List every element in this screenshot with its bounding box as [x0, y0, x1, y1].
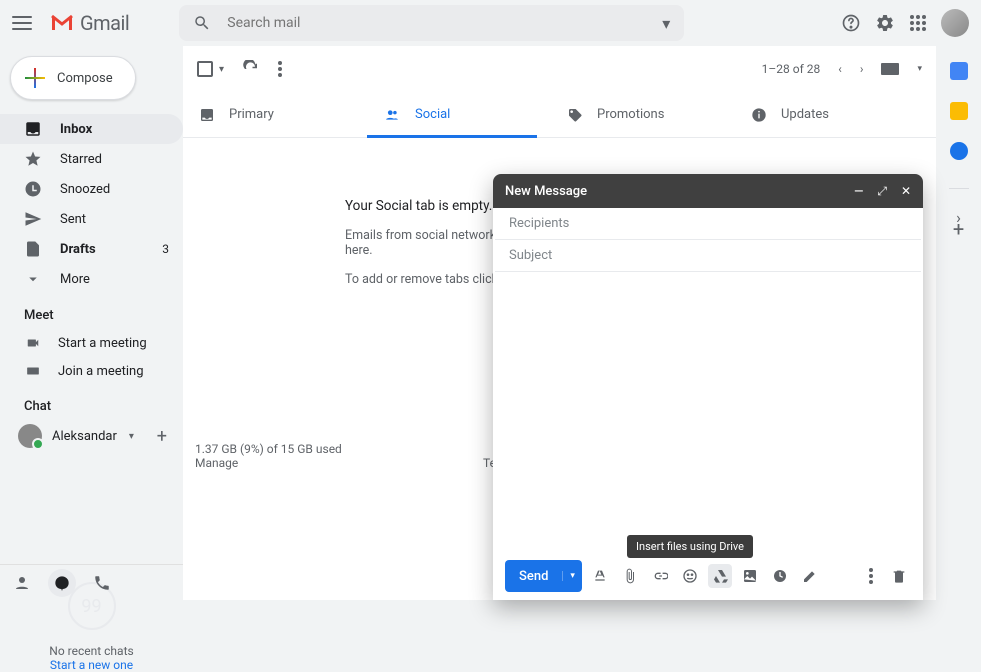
storage-info: 1.37 GB (9%) of 15 GB used Manage [195, 442, 342, 470]
tab-primary[interactable]: Primary [183, 92, 367, 137]
compose-window: New Message — ⤢ ✕ Recipients Subject Ins… [493, 174, 923, 600]
sidebar-footer [0, 564, 183, 600]
refresh-icon[interactable] [242, 60, 260, 78]
support-icon[interactable] [841, 13, 861, 33]
settings-gear-icon[interactable] [875, 13, 895, 33]
send-options-caret[interactable]: ▾ [562, 571, 582, 581]
compose-header[interactable]: New Message — ⤢ ✕ [493, 174, 923, 208]
account-avatar[interactable] [941, 9, 969, 37]
nav-more[interactable]: More [0, 264, 183, 294]
logo-text: Gmail [80, 11, 129, 35]
new-chat-plus-icon[interactable]: + [157, 426, 167, 447]
more-icon[interactable] [278, 61, 282, 77]
chat-user-row[interactable]: Aleksandar ▾ + [0, 420, 183, 452]
compose-footer: Send▾ [493, 552, 923, 600]
header: Gmail ▾ [0, 0, 981, 46]
select-all-checkbox[interactable] [197, 61, 213, 77]
nav-inbox[interactable]: Inbox [0, 114, 183, 144]
info-icon [751, 107, 767, 123]
gmail-logo[interactable]: Gmail [50, 11, 129, 35]
discard-icon[interactable] [887, 564, 911, 588]
meet-section-title: Meet [0, 294, 183, 329]
compose-body[interactable] [493, 272, 923, 552]
tasks-app-icon[interactable] [950, 142, 968, 160]
confidential-icon[interactable] [768, 564, 792, 588]
keep-app-icon[interactable] [950, 102, 968, 120]
search-options-caret[interactable]: ▾ [662, 14, 670, 33]
mail-toolbar: ▾ 1–28 of 28 ‹ › ▾ [183, 46, 936, 92]
clock-icon [24, 180, 44, 198]
nav-starred[interactable]: Starred [0, 144, 183, 174]
link-icon[interactable] [648, 564, 672, 588]
nav-sent[interactable]: Sent [0, 204, 183, 234]
search-bar[interactable]: ▾ [179, 5, 684, 41]
nav-drafts[interactable]: Drafts3 [0, 234, 183, 264]
hide-panel-icon[interactable]: › [956, 208, 961, 227]
prev-page-icon[interactable]: ‹ [838, 62, 842, 76]
select-caret[interactable]: ▾ [219, 64, 224, 75]
minimize-icon[interactable]: — [854, 184, 863, 199]
keyboard-icon [24, 364, 42, 378]
star-icon [24, 150, 44, 168]
formatting-icon[interactable] [588, 564, 612, 588]
chat-section-title: Chat [0, 385, 183, 420]
drive-icon[interactable] [708, 564, 732, 588]
emoji-icon[interactable] [678, 564, 702, 588]
manage-storage-link[interactable]: Manage [195, 456, 238, 470]
chevron-down-icon [24, 270, 44, 288]
start-chat-link[interactable]: Start a new one [50, 658, 133, 672]
input-tools-caret[interactable]: ▾ [917, 64, 922, 74]
pagination-range: 1–28 of 28 [762, 62, 821, 76]
search-icon [193, 14, 211, 32]
compose-label: Compose [57, 71, 113, 86]
category-tabs: Primary Social Promotions Updates [183, 92, 936, 138]
inbox-icon [24, 120, 44, 138]
send-icon [24, 210, 44, 228]
sidebar: Compose Inbox Starred Snoozed Sent Draft… [0, 46, 183, 600]
tab-social[interactable]: Social [367, 92, 551, 137]
meet-start[interactable]: Start a meeting [0, 329, 183, 357]
file-icon [24, 240, 44, 258]
meet-join[interactable]: Join a meeting [0, 357, 183, 385]
subject-field[interactable]: Subject [495, 240, 921, 272]
chat-user-avatar [18, 424, 42, 448]
rail-divider [949, 188, 969, 189]
apps-grid-icon[interactable] [909, 14, 927, 32]
input-tools-icon[interactable] [881, 63, 899, 75]
attach-icon[interactable] [618, 564, 642, 588]
side-panel: + › [936, 46, 981, 241]
phone-icon[interactable] [80, 565, 124, 600]
compose-button[interactable]: Compose [10, 56, 136, 100]
chevron-down-icon: ▾ [129, 431, 134, 442]
people-icon [383, 108, 401, 122]
video-icon [24, 336, 42, 350]
plus-icon [25, 68, 45, 88]
hangouts-tab-icon[interactable] [48, 569, 76, 597]
inbox-icon [199, 107, 215, 123]
send-button[interactable]: Send▾ [505, 560, 582, 592]
fullscreen-icon[interactable]: ⤢ [877, 184, 887, 199]
nav-snoozed[interactable]: Snoozed [0, 174, 183, 204]
drafts-count: 3 [162, 242, 169, 256]
image-icon[interactable] [738, 564, 762, 588]
tab-updates[interactable]: Updates [735, 92, 919, 137]
tag-icon [567, 107, 583, 123]
next-page-icon[interactable]: › [860, 62, 864, 76]
close-icon[interactable]: ✕ [901, 184, 911, 199]
calendar-app-icon[interactable] [950, 62, 968, 80]
main-menu-icon[interactable] [12, 16, 32, 30]
pen-icon[interactable] [798, 564, 822, 588]
compose-more-icon[interactable] [865, 564, 877, 588]
recipients-field[interactable]: Recipients [495, 208, 921, 240]
contacts-icon[interactable] [0, 565, 44, 600]
search-input[interactable] [227, 15, 646, 31]
tab-promotions[interactable]: Promotions [551, 92, 735, 137]
